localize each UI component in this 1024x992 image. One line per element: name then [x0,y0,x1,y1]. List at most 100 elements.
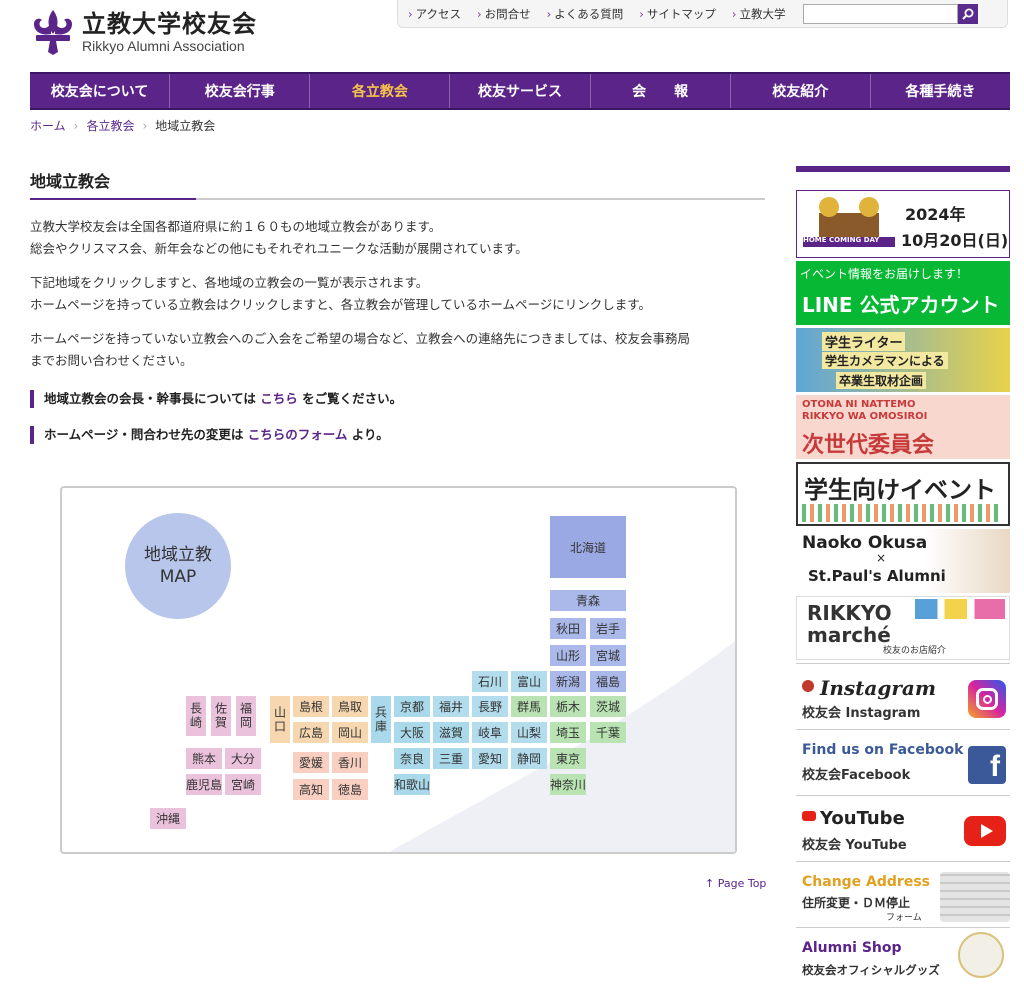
prefecture-北海道[interactable]: 北海道 [550,516,626,578]
search-input[interactable] [803,3,959,24]
prefecture-鳥取[interactable]: 鳥取 [332,696,368,717]
gnav-bulletin[interactable]: 会 報 [591,74,731,108]
prefecture-山口[interactable]: 山口 [270,696,290,743]
contact-line: までお問い合わせください。 [30,353,193,368]
prefecture-群馬[interactable]: 群馬 [511,696,547,717]
prefecture-滋賀[interactable]: 滋賀 [433,722,469,743]
alumni-shop-label: 校友会オフィシャルグッズ [802,963,940,977]
prefecture-大分[interactable]: 大分 [225,748,261,769]
topnav-faq[interactable]: よくある質問 [547,6,623,22]
marche-line2: marché [807,623,891,647]
instruction-line: ホームページを持っている立教会はクリックしますと、各立教会が管理しているホームペ… [30,297,652,312]
facebook-title: Find us on Facebook [802,742,964,758]
topnav-rikkyo[interactable]: 立教大学 [732,6,785,22]
student-events-banner[interactable]: 学生向けイベント [796,462,1010,526]
prefecture-岐阜[interactable]: 岐阜 [472,722,508,743]
prefecture-長崎[interactable]: 長崎 [186,696,206,736]
gnav-about[interactable]: 校友会について [30,74,171,108]
breadcrumb-home[interactable]: ホーム [30,117,66,134]
change-address-form: フォーム [886,913,922,923]
prefecture-静岡[interactable]: 静岡 [511,748,547,769]
prefecture-福岡[interactable]: 福岡 [236,696,256,736]
writer-line1: 学生ライター [822,332,906,351]
facebook-icon: f [968,746,1006,784]
prefecture-福島[interactable]: 福島 [590,671,626,692]
topnav-contact[interactable]: お問合せ [477,6,531,22]
gnav-branches[interactable]: 各立教会 [310,74,451,108]
sidebar: HOME COMING DAY 2024年 10月20日(日) イベント情報をお… [796,166,1010,992]
prefecture-奈良[interactable]: 奈良 [394,748,430,769]
line-banner[interactable]: イベント情報をお届けします！ LINE 公式アカウント [796,261,1010,325]
prefecture-千葉[interactable]: 千葉 [590,722,626,743]
topnav-access[interactable]: アクセス [408,6,461,22]
page-top-link[interactable]: ↑ Page Top [705,877,766,890]
search-icon [962,8,974,20]
prefecture-長野[interactable]: 長野 [472,696,508,717]
naoko-x: × [876,551,887,565]
alumni-shop-title: Alumni Shop [802,940,902,956]
prefecture-熊本[interactable]: 熊本 [186,748,222,769]
search-button[interactable] [958,3,979,24]
prefecture-徳島[interactable]: 徳島 [332,779,368,800]
prefecture-富山[interactable]: 富山 [511,671,547,692]
prefecture-三重[interactable]: 三重 [433,748,469,769]
prefecture-兵庫[interactable]: 兵庫 [371,696,391,743]
gnav-alumni[interactable]: 校友紹介 [731,74,871,108]
change-address-banner[interactable]: Change Address 住所変更・ＤＭ停止 フォーム [796,861,1010,927]
prefecture-東京[interactable]: 東京 [550,748,586,769]
prefecture-岡山[interactable]: 岡山 [332,722,368,743]
site-logo[interactable]: 立教大学校友会 Rikkyo Alumni Association [30,8,257,56]
gnav-services[interactable]: 校友サービス [450,74,591,108]
prefecture-石川[interactable]: 石川 [472,671,508,692]
prefecture-岩手[interactable]: 岩手 [590,618,626,639]
student-writer-banner[interactable]: 学生ライター 学生カメラマンによる 卒業生取材企画 [796,328,1010,392]
alumni-shop-banner[interactable]: Alumni Shop 校友会オフィシャルグッズ [796,927,1010,992]
gnav-procedures[interactable]: 各種手続き [871,74,1010,108]
prefecture-鹿児島[interactable]: 鹿児島 [186,774,222,795]
prefecture-栃木[interactable]: 栃木 [550,696,586,717]
keyboard-illustration [940,872,1010,922]
officers-note: 地域立教会の会長・幹事長については こちら をご覧ください。 [30,390,765,408]
line-main-text: LINE 公式アカウント [802,293,1000,317]
line-top-text: イベント情報をお届けします！ [800,267,969,281]
next-generation-banner[interactable]: OTONA NI NATTEMO RIKKYO WA OMOSIROI 次世代委… [796,395,1010,459]
prefecture-広島[interactable]: 広島 [293,722,329,743]
prefecture-和歌山[interactable]: 和歌山 [394,774,430,795]
officers-link[interactable]: こちら [260,391,298,406]
page-title: 地域立教会 [30,160,765,200]
prefecture-島根[interactable]: 島根 [293,696,329,717]
homecoming-banner[interactable]: HOME COMING DAY 2024年 10月20日(日) [796,190,1010,258]
prefecture-山形[interactable]: 山形 [550,645,586,666]
prefecture-愛媛[interactable]: 愛媛 [293,752,329,773]
intro-paragraph: 立教大学校友会は全国各都道府県に約１６０もの地域立教会があります。 総会やクリス… [30,216,765,260]
main-content: 地域立教会 立教大学校友会は全国各都道府県に約１６０もの地域立教会があります。 … [30,160,765,444]
prefecture-埼玉[interactable]: 埼玉 [550,722,586,743]
prefecture-青森[interactable]: 青森 [550,590,626,611]
prefecture-福井[interactable]: 福井 [433,696,469,717]
prefecture-愛知[interactable]: 愛知 [472,748,508,769]
prefecture-佐賀[interactable]: 佐賀 [211,696,231,736]
prefecture-秋田[interactable]: 秋田 [550,618,586,639]
change-form-link[interactable]: こちらのフォーム [248,427,348,442]
prefecture-山梨[interactable]: 山梨 [511,722,547,743]
gnav-events[interactable]: 校友会行事 [170,74,311,108]
prefecture-京都[interactable]: 京都 [394,696,430,717]
naoko-okusa-banner[interactable]: Naoko Okusa × St.Paul's Alumni [796,529,1010,593]
topnav-sitemap[interactable]: サイトマップ [639,6,716,22]
naoko-line1: Naoko Okusa [802,533,928,553]
prefecture-神奈川[interactable]: 神奈川 [550,774,586,795]
breadcrumb-parent[interactable]: 各立教会 [86,117,134,134]
youtube-banner[interactable]: YouTube 校友会 YouTube [796,795,1010,861]
prefecture-新潟[interactable]: 新潟 [550,671,586,692]
rikkyo-marche-banner[interactable]: RIKKYO marché 校友のお店紹介 [796,596,1010,660]
prefecture-茨城[interactable]: 茨城 [590,696,626,717]
prefecture-沖縄[interactable]: 沖縄 [150,808,186,829]
prefecture-香川[interactable]: 香川 [332,752,368,773]
instagram-banner[interactable]: Instagram 校友会 Instagram [796,663,1010,729]
facebook-banner[interactable]: Find us on Facebook 校友会Facebook f [796,729,1010,795]
prefecture-宮崎[interactable]: 宮崎 [225,774,261,795]
bear-mascot-icon [958,932,1004,978]
prefecture-大阪[interactable]: 大阪 [394,722,430,743]
prefecture-宮城[interactable]: 宮城 [590,645,626,666]
prefecture-高知[interactable]: 高知 [293,779,329,800]
